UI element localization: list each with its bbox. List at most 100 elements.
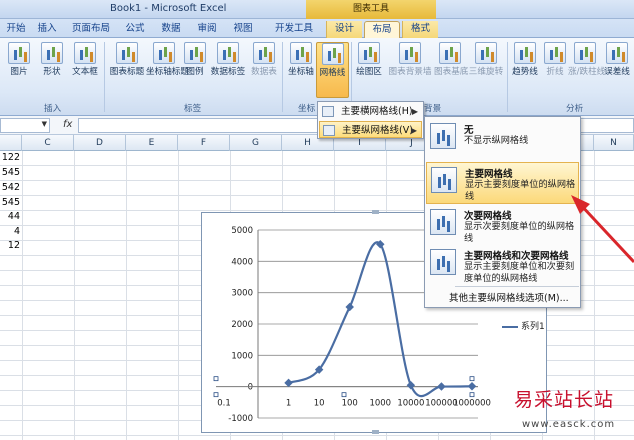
menu-item-horizontal-gridlines[interactable]: 主要横网格线(H) ▶: [319, 103, 422, 120]
chevron-right-icon: ▶: [411, 107, 418, 116]
axes-label: 坐标轴: [288, 67, 314, 77]
x-tick-label: 1000: [369, 399, 391, 409]
tab-design[interactable]: 设计: [326, 21, 362, 38]
error-bars-label: 误差线: [604, 67, 630, 77]
cell-value[interactable]: 545: [0, 197, 20, 208]
column-header[interactable]: G: [230, 135, 282, 151]
column-header[interactable]: N: [594, 135, 634, 151]
x-tick-label: 10: [314, 399, 325, 409]
chart-tools-context-title: 图表工具: [306, 0, 436, 19]
trendline-button[interactable]: 趋势线: [510, 42, 540, 98]
menu-item-label: 主要纵网格线(V): [342, 125, 413, 136]
lines-label: 折线: [546, 67, 564, 77]
legend-icon: [184, 42, 206, 64]
column-header[interactable]: C: [22, 135, 74, 151]
legend-line-marker: [502, 325, 518, 328]
fx-icon[interactable]: fx: [63, 119, 72, 130]
no-gridlines-icon: [430, 123, 456, 149]
tab-formulas[interactable]: 公式: [118, 21, 152, 38]
data-table-button[interactable]: 数据表: [248, 42, 280, 98]
shapes-label: 形状: [43, 67, 61, 77]
picture-button[interactable]: 图片: [4, 42, 34, 98]
minor-gridlines-icon: [430, 209, 456, 235]
axes-button[interactable]: 坐标轴: [286, 42, 316, 98]
tab-format[interactable]: 格式: [402, 21, 438, 38]
window-title: Book1 - Microsoft Excel: [110, 3, 227, 14]
y-tick-label: 1000: [231, 351, 253, 361]
tab-page-layout[interactable]: 页面布局: [64, 21, 118, 38]
textbox-label: 文本框: [72, 67, 98, 77]
shapes-icon: [41, 42, 63, 64]
tab-insert[interactable]: 插入: [30, 21, 64, 38]
data-labels-icon: [217, 42, 239, 64]
axis-selection-handle: [469, 376, 475, 382]
chart-legend[interactable]: 系列1: [502, 319, 545, 332]
up-down-bars-icon: [574, 42, 596, 64]
chevron-down-icon: ▼: [41, 120, 47, 128]
x-tick-label: 100: [342, 399, 358, 409]
option-title: 主要网格线: [465, 169, 513, 180]
cell-value[interactable]: 545: [0, 167, 20, 178]
data-labels-button[interactable]: 数据标签: [208, 42, 248, 98]
axis-title-button[interactable]: 坐标轴标题: [146, 42, 189, 98]
data-point: [345, 302, 354, 312]
vertical-gridlines-icon: [323, 125, 335, 136]
more-gridline-options[interactable]: 其他主要纵网格线选项(M)...: [449, 290, 569, 304]
column-header[interactable]: E: [126, 135, 178, 151]
lines-button[interactable]: 折线: [542, 42, 568, 98]
chart-wall-icon: [399, 42, 421, 64]
name-box[interactable]: ▼: [0, 118, 50, 133]
data-labels-label: 数据标签: [210, 67, 246, 77]
lines-icon: [544, 42, 566, 64]
cell-value[interactable]: 122: [0, 152, 20, 163]
plot-area-button[interactable]: 绘图区: [354, 42, 384, 98]
tab-review[interactable]: 审阅: [190, 21, 224, 38]
axis-selection-handle: [213, 392, 219, 398]
x-tick-label: 10000: [397, 399, 424, 409]
legend-button[interactable]: 图例: [182, 42, 208, 98]
axis-selection-handle: [469, 392, 475, 398]
gridlines-icon: [321, 43, 344, 65]
tab-layout[interactable]: 布局: [364, 21, 400, 38]
option-major-and-minor-gridlines[interactable]: 主要网格线和次要网格线 显示主要刻度单位和次要刻度单位的纵网格线: [426, 245, 579, 285]
group-label-labels: 标签: [184, 104, 202, 114]
column-header[interactable]: D: [74, 135, 126, 151]
group-label-background: 背景: [424, 104, 442, 114]
cell-value[interactable]: 12: [0, 240, 20, 251]
cell-value[interactable]: 44: [0, 211, 20, 222]
data-point: [437, 382, 446, 391]
gridlines-button[interactable]: 网格线: [316, 42, 349, 98]
chart-wall-button[interactable]: 图表背景墙: [386, 42, 434, 98]
vertical-gridlines-submenu: 无 不显示纵网格线 主要网格线 显示主要刻度单位的纵网格线 次要网格线 显示次要…: [424, 116, 581, 308]
3d-rotation-button[interactable]: 三维旋转: [466, 42, 506, 98]
error-bars-icon: [606, 42, 628, 64]
y-tick-label: 2000: [231, 320, 253, 330]
up-down-bars-button[interactable]: 涨/跌柱线: [568, 42, 605, 98]
menu-item-vertical-gridlines[interactable]: 主要纵网格线(V) ▶: [319, 121, 422, 138]
menu-item-label: 主要横网格线(H): [341, 106, 413, 117]
column-header[interactable]: F: [178, 135, 230, 151]
data-table-icon: [253, 42, 275, 64]
tab-data[interactable]: 数据: [154, 21, 188, 38]
chart-floor-button[interactable]: 图表基底: [434, 42, 468, 98]
tab-view[interactable]: 视图: [226, 21, 260, 38]
3d-rotation-icon: [475, 42, 497, 64]
error-bars-button[interactable]: 误差线: [602, 42, 632, 98]
cell-value[interactable]: 4: [0, 226, 20, 237]
option-none[interactable]: 无 不显示纵网格线: [426, 119, 579, 159]
tab-developer[interactable]: 开发工具: [264, 21, 324, 38]
textbox-button[interactable]: 文本框: [68, 42, 102, 98]
row-header-corner[interactable]: [0, 135, 22, 151]
cell-value[interactable]: 542: [0, 182, 20, 193]
tab-home[interactable]: 开始: [2, 21, 30, 38]
legend-label: 图例: [186, 67, 204, 77]
group-label-analysis: 分析: [566, 104, 584, 114]
option-minor-gridlines[interactable]: 次要网格线 显示次要刻度单位的纵网格线: [426, 205, 579, 245]
menu-divider: [455, 286, 579, 287]
option-major-gridlines[interactable]: 主要网格线 显示主要刻度单位的纵网格线: [426, 162, 579, 204]
x-tick-label: 1: [286, 399, 291, 409]
chart-title-label: 图表标题: [109, 67, 145, 77]
chart-title-button[interactable]: 图表标题: [108, 42, 146, 98]
picture-label: 图片: [10, 67, 28, 77]
shapes-button[interactable]: 形状: [36, 42, 68, 98]
